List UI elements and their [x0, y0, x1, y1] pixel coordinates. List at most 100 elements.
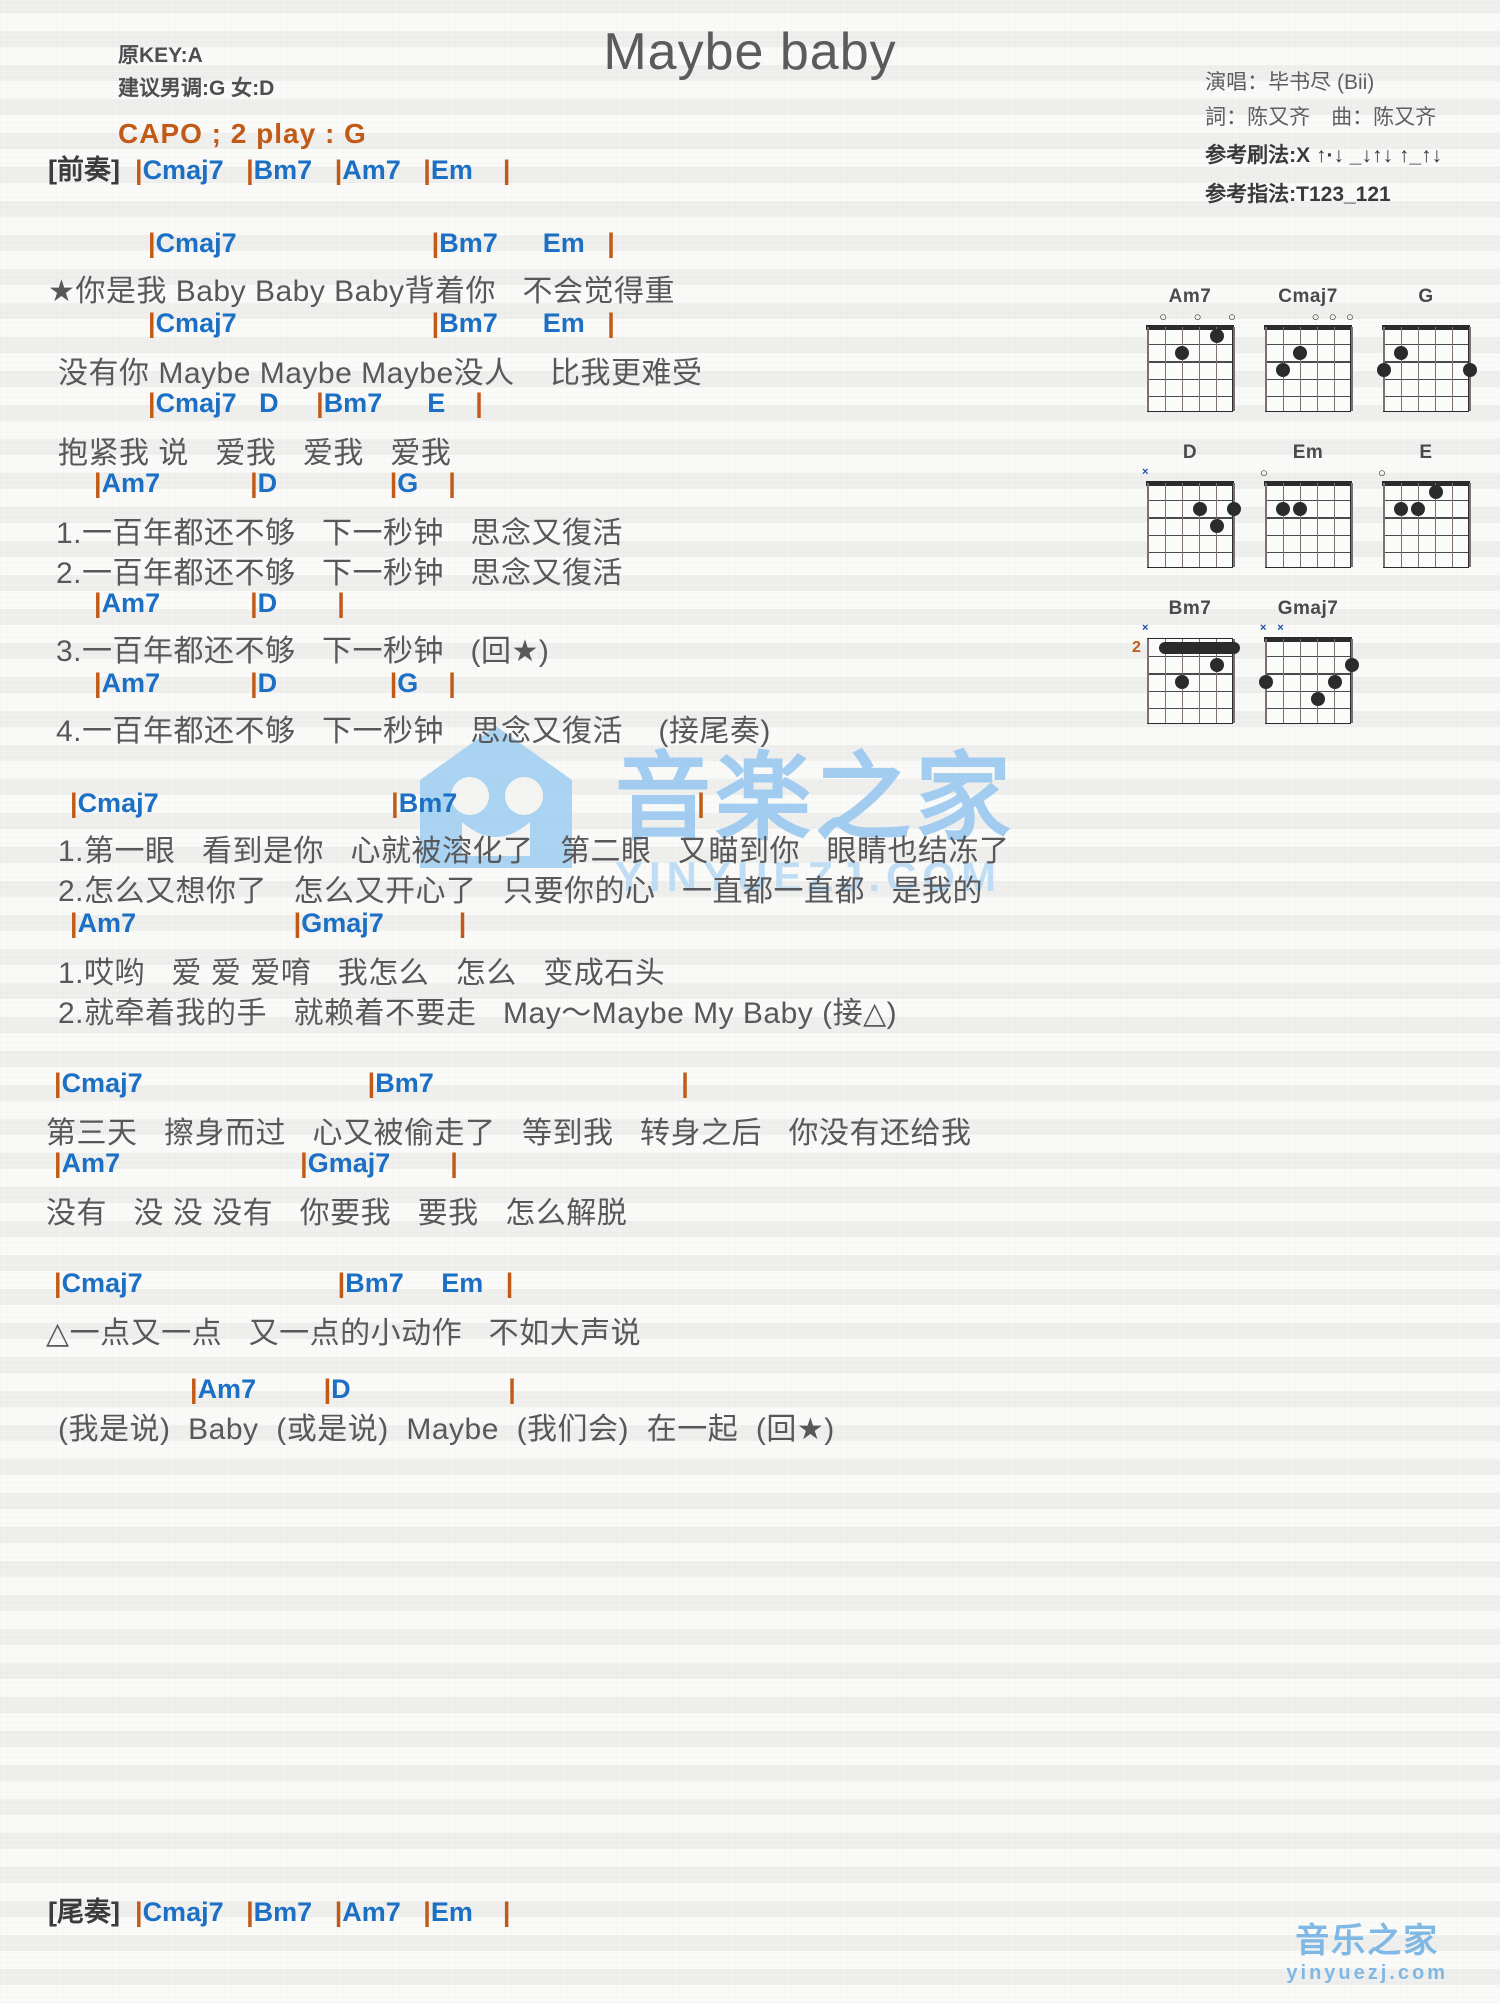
- chord-sheet: Maybe baby 原KEY:A 建议男调:G 女:D CAPO ; 2 pl…: [0, 0, 1500, 2003]
- section-tag-outro: [尾奏]: [48, 1897, 120, 1927]
- bar-line: |: [250, 588, 258, 618]
- bar-line: |: [54, 1148, 62, 1178]
- fret-line: [1266, 361, 1350, 363]
- lyric-line-2-4: 1.哎哟 爱 爱 爱唷 我怎么 怎么 变成石头: [58, 957, 666, 990]
- nut: [1264, 637, 1352, 643]
- bar-line: |: [389, 468, 398, 498]
- chord-line-0-0: |Cmaj7 |Bm7 Em |: [148, 228, 615, 258]
- fretboard-grid: [1259, 637, 1359, 724]
- watermark-bottom-main: 音乐之家: [1295, 1922, 1440, 1960]
- chord-diagram-label: D: [1182, 442, 1198, 463]
- writer-credit: 詞：陈又齐 曲：陈又齐: [1205, 105, 1437, 129]
- fret-line: [1384, 395, 1468, 397]
- chord-diagram-label: G: [1418, 286, 1434, 307]
- lyric-line-4-1: △一点又一点 又一点的小动作 不如大声说: [46, 1317, 642, 1350]
- finger-dot: [1209, 657, 1224, 672]
- fretboard-grid: [1264, 325, 1353, 412]
- fret-line: [1148, 395, 1232, 397]
- chord-line-0-2: |Cmaj7 |Bm7 Em |: [148, 308, 615, 338]
- chord-line-4-2: |Am7 |D |: [190, 1374, 516, 1404]
- finger-dot: [1276, 501, 1291, 516]
- lyric-line-1-2: 2.一百年都还不够 下一秒钟 思念又復活: [56, 557, 624, 590]
- chord-line-1-3: |Am7 |D |: [94, 588, 345, 618]
- finger-dot: [1394, 345, 1409, 360]
- fret-line: [1148, 673, 1232, 675]
- chord-diagram-label: Gmaj7: [1277, 598, 1339, 619]
- bar-line: |: [246, 1897, 254, 1927]
- bar-line: |: [250, 668, 258, 698]
- open-string-markers: ○: [1378, 465, 1386, 480]
- fret-line: [1266, 517, 1350, 519]
- string-line: [1147, 639, 1149, 723]
- barre-bar: [1159, 641, 1240, 654]
- string-line: [1316, 639, 1319, 723]
- lyric-line-1-6: 4.一百年都还不够 下一秒钟 思念又復活 (接尾奏): [56, 715, 771, 748]
- outro-chords: |Cmaj7 |Bm7 |Am7 |Em |: [135, 1897, 511, 1927]
- bar-line: |: [94, 588, 102, 618]
- fret-line: [1148, 707, 1232, 709]
- fretboard-grid: 2: [1132, 638, 1240, 724]
- intro-line: [前奏] |Cmaj7 |Bm7 |Am7 |Em |: [48, 148, 510, 187]
- fret-line: [1266, 656, 1350, 658]
- bar-line: |: [337, 588, 345, 618]
- intro-chords: |Cmaj7 |Bm7 |Am7 |Em |: [135, 155, 511, 185]
- bar-line: |: [148, 308, 156, 338]
- string-line: [1400, 327, 1402, 411]
- string-line: [1147, 327, 1149, 411]
- chord-diagram-label: Am7: [1168, 286, 1212, 307]
- lyric-line-2-5: 2.就牵着我的手 就赖着不要走 May～Maybe My Baby (接△): [58, 997, 898, 1030]
- finger-dot: [1411, 501, 1426, 516]
- chord-diagram-label: Em: [1292, 442, 1324, 463]
- fret-line: [1266, 378, 1350, 380]
- nut: [1382, 325, 1470, 331]
- open-string-markers: ○ ○ ○: [1311, 309, 1354, 324]
- chord-line-1-5: |Am7 |D |G |: [94, 668, 456, 698]
- bar-line: |: [316, 388, 324, 418]
- string-line: [1164, 483, 1166, 567]
- fret-line: [1148, 378, 1232, 380]
- finger-dot: [1259, 675, 1273, 689]
- finger-dot: [1310, 692, 1325, 707]
- string-line: [1299, 639, 1302, 723]
- finger-dot: [1428, 484, 1443, 499]
- string-line: [1265, 483, 1267, 567]
- nut: [1264, 325, 1352, 331]
- finger-dot: [1345, 657, 1359, 672]
- open-string-markers: ×: [1142, 466, 1149, 478]
- string-line: [1299, 483, 1302, 567]
- fret-line: [1266, 707, 1350, 709]
- bar-line: |: [450, 1148, 458, 1178]
- lyric-line-0-5: 抱紧我 说 爱我 爱我 爱我: [58, 437, 452, 470]
- bar-line: |: [431, 308, 440, 338]
- lyric-line-2-2: 2.怎么又想你了 怎么又开心了 只要你的心 一直都一直都 是我的: [58, 875, 984, 908]
- string-line: [1417, 483, 1420, 567]
- chord-line-1-0: |Am7 |D |G |: [94, 468, 456, 498]
- finger-dot: [1227, 501, 1241, 516]
- bar-line: |: [508, 1374, 516, 1404]
- bar-line: |: [607, 308, 615, 338]
- string-line: [1434, 327, 1437, 411]
- open-string-markers: [1376, 310, 1476, 326]
- chord-diagram-row: Bm7 × 2 Gmaj7 × ×: [1132, 598, 1480, 732]
- finger-dot: [1175, 345, 1190, 360]
- string-line: [1233, 327, 1235, 411]
- bar-line: |: [431, 228, 440, 258]
- bar-line: |: [448, 468, 456, 498]
- bar-line: |: [458, 908, 467, 938]
- fretboard-grid: [1377, 325, 1477, 412]
- finger-dot: [1394, 501, 1409, 516]
- open-string-markers: × ×: [1260, 622, 1284, 634]
- fret-line: [1384, 534, 1468, 536]
- lyric-line-1-4: 3.一百年都还不够 下一秒钟 (回★): [56, 635, 550, 668]
- fret-line: [1266, 551, 1350, 553]
- bar-line: |: [70, 908, 78, 938]
- bar-line: |: [54, 1268, 62, 1298]
- bar-line: |: [337, 1268, 346, 1298]
- chord-line-2-3: |Am7 |Gmaj7 |: [70, 908, 467, 938]
- lyric-line-0-1: ★你是我 Baby Baby Baby背着你 不会觉得重: [48, 275, 676, 308]
- fret-line: [1384, 361, 1468, 363]
- string-line: [1164, 327, 1166, 411]
- string-line: [1316, 483, 1319, 567]
- finger-pattern: 参考指法:T123_121: [1205, 182, 1391, 206]
- bar-line: |: [475, 388, 483, 418]
